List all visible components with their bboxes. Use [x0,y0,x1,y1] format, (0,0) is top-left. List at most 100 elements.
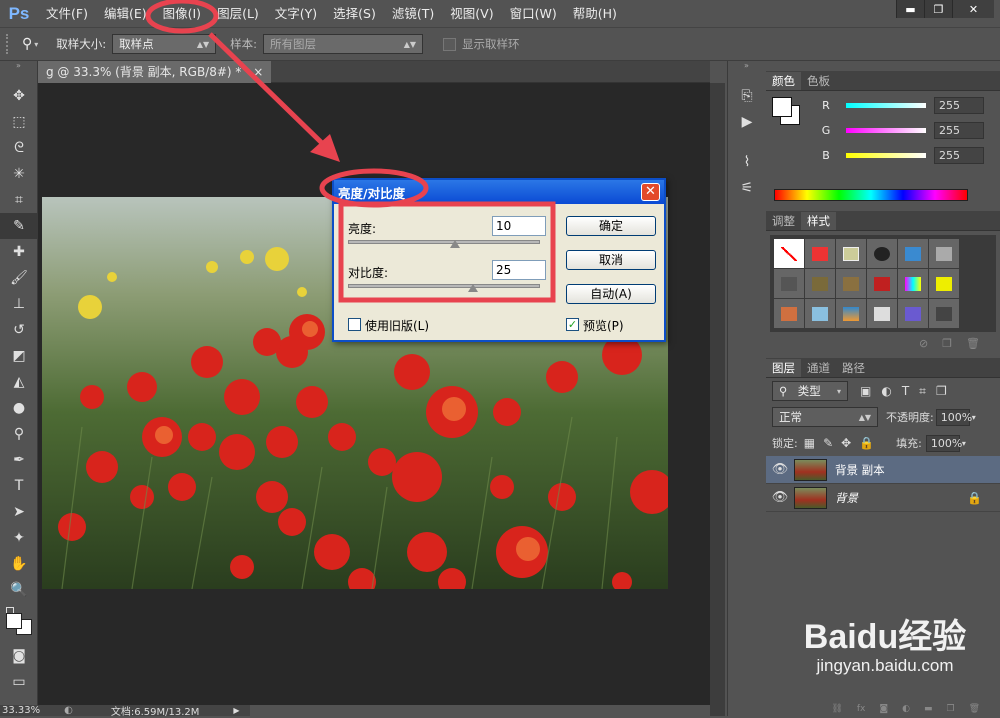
brightness-slider-thumb[interactable] [450,240,460,248]
marquee-tool-icon[interactable]: ⬚ [0,109,38,135]
link-layers-icon[interactable]: ⛓ [831,704,842,716]
shape-filter-icon[interactable]: ⌗ [919,384,926,399]
menu-edit[interactable]: 编辑(E) [96,0,155,27]
document-tab-close-icon[interactable]: × [249,64,268,79]
style-swatch[interactable] [774,299,804,328]
layer-filter-dropdown[interactable]: ⚲ 类型 ▾ [772,381,848,401]
path-selection-tool-icon[interactable]: ➤ [0,499,38,525]
menu-window[interactable]: 窗口(W) [502,0,565,27]
opacity-arrow-icon[interactable]: ▾ [972,413,976,422]
menu-filter[interactable]: 滤镜(T) [384,0,442,27]
menu-type[interactable]: 文字(Y) [267,0,325,27]
lock-all-icon[interactable]: 🔒 [859,436,874,450]
cancel-button[interactable]: 取消 [566,250,656,270]
lasso-tool-icon[interactable]: ᘓ [0,135,38,161]
close-window-button[interactable]: ✕ [952,0,994,18]
contrast-slider-track[interactable] [348,284,540,288]
style-swatch[interactable] [867,239,897,268]
lock-pixels-icon[interactable]: ▦ [804,436,815,450]
foreground-color-swatch[interactable] [6,613,22,629]
ok-button[interactable]: 确定 [566,216,656,236]
clone-stamp-tool-icon[interactable]: ⊥ [0,291,38,317]
magic-wand-tool-icon[interactable]: ✳ [0,161,38,187]
layer-row-background[interactable]: 👁 背景 🔒 [766,484,1000,512]
lock-position-icon[interactable]: ✥ [841,436,851,450]
history-panel-icon[interactable]: ⎘ [728,83,766,109]
fill-arrow-icon[interactable]: ▾ [962,439,966,448]
style-swatch[interactable] [898,269,928,298]
style-swatch[interactable] [836,239,866,268]
slider-track[interactable] [846,103,926,108]
status-menu-arrow-icon[interactable]: ▶ [233,706,239,715]
document-tab[interactable]: g @ 33.3% (背景 副本, RGB/8#) * × [38,60,272,83]
tab-paths[interactable]: 路径 [836,359,871,377]
zoom-level[interactable]: 33.33% [2,705,40,716]
sample-dropdown[interactable]: 所有图层 ▲▼ [263,34,424,54]
color-spectrum-bar[interactable] [774,189,968,201]
style-swatch[interactable] [836,299,866,328]
mask-icon[interactable]: ◙ [879,704,888,716]
adjustment-layer-icon[interactable]: ◐ [902,704,910,716]
tab-color[interactable]: 颜色 [766,72,801,90]
image-filter-icon[interactable]: ▣ [860,384,871,399]
eyedropper-tool-icon[interactable]: ✎ [0,213,38,239]
adjustment-filter-icon[interactable]: ◐ [881,384,891,399]
channel-value[interactable]: 255 [934,122,984,139]
style-swatch[interactable] [836,269,866,298]
quick-mask-icon[interactable]: ◙ [0,643,38,669]
tab-layers[interactable]: 图层 [766,359,801,377]
type-tool-icon[interactable]: T [0,473,38,499]
tab-swatches[interactable]: 色板 [801,72,836,90]
tool-preset-arrow-icon[interactable]: ▾ [34,40,38,49]
clear-style-icon[interactable]: ⊘ [919,337,928,350]
channel-value[interactable]: 255 [934,97,984,114]
dialog-close-icon[interactable]: ✕ [641,183,660,201]
menu-help[interactable]: 帮助(H) [565,0,625,27]
tab-channels[interactable]: 通道 [801,359,836,377]
dialog-title-bar[interactable]: 亮度/对比度 [334,180,664,204]
tool-presets-icon[interactable]: ⚟ [728,175,766,201]
fill-input[interactable]: 100% [925,434,962,452]
healing-brush-tool-icon[interactable]: ✚ [0,239,38,265]
contrast-slider-thumb[interactable] [468,284,478,292]
style-swatch[interactable] [867,299,897,328]
fx-icon[interactable]: fx [857,704,866,716]
collapse-icon[interactable]: » [728,61,765,71]
style-swatch[interactable] [805,239,835,268]
style-swatch[interactable] [929,269,959,298]
canvas-area[interactable] [38,83,710,705]
contrast-input[interactable]: 25 [492,260,546,280]
blend-mode-dropdown[interactable]: 正常 ▲▼ [772,407,878,427]
delete-style-icon[interactable]: 🗑 [966,337,980,350]
actions-panel-icon[interactable]: ▶ [728,109,766,135]
style-swatch[interactable] [929,239,959,268]
style-swatch[interactable] [805,299,835,328]
hand-tool-icon[interactable]: ✋ [0,551,38,577]
sample-size-dropdown[interactable]: 取样点 ▲▼ [112,34,217,54]
smart-filter-icon[interactable]: ❐ [936,384,947,399]
pen-tool-icon[interactable]: ✒ [0,447,38,473]
slider-track[interactable] [846,128,926,133]
style-swatch[interactable] [867,269,897,298]
show-ring-checkbox[interactable] [443,37,457,51]
preview-checkbox[interactable]: ✓ [566,318,579,331]
foreground-color-chip[interactable] [772,97,792,117]
style-swatch[interactable] [929,299,959,328]
menu-image[interactable]: 图像(I) [155,0,209,27]
menu-file[interactable]: 文件(F) [38,0,96,27]
style-swatch[interactable] [805,269,835,298]
color-swatches[interactable] [0,603,37,643]
vertical-scrollbar[interactable] [710,83,725,716]
visibility-eye-icon[interactable]: 👁 [766,462,794,477]
menu-layer[interactable]: 图层(L) [209,0,267,27]
eyedropper-icon[interactable]: ⚲ [22,36,32,52]
eraser-tool-icon[interactable]: ◩ [0,343,38,369]
lock-paint-icon[interactable]: ✎ [823,436,833,450]
minimize-button[interactable]: ▬ [896,0,924,18]
group-icon[interactable]: ▬ [924,704,933,716]
status-icon[interactable]: ◐ [64,705,73,716]
screen-mode-icon[interactable]: ▭ [0,669,38,695]
brightness-slider-track[interactable] [348,240,540,244]
channel-value[interactable]: 255 [934,147,984,164]
history-brush-tool-icon[interactable]: ↺ [0,317,38,343]
